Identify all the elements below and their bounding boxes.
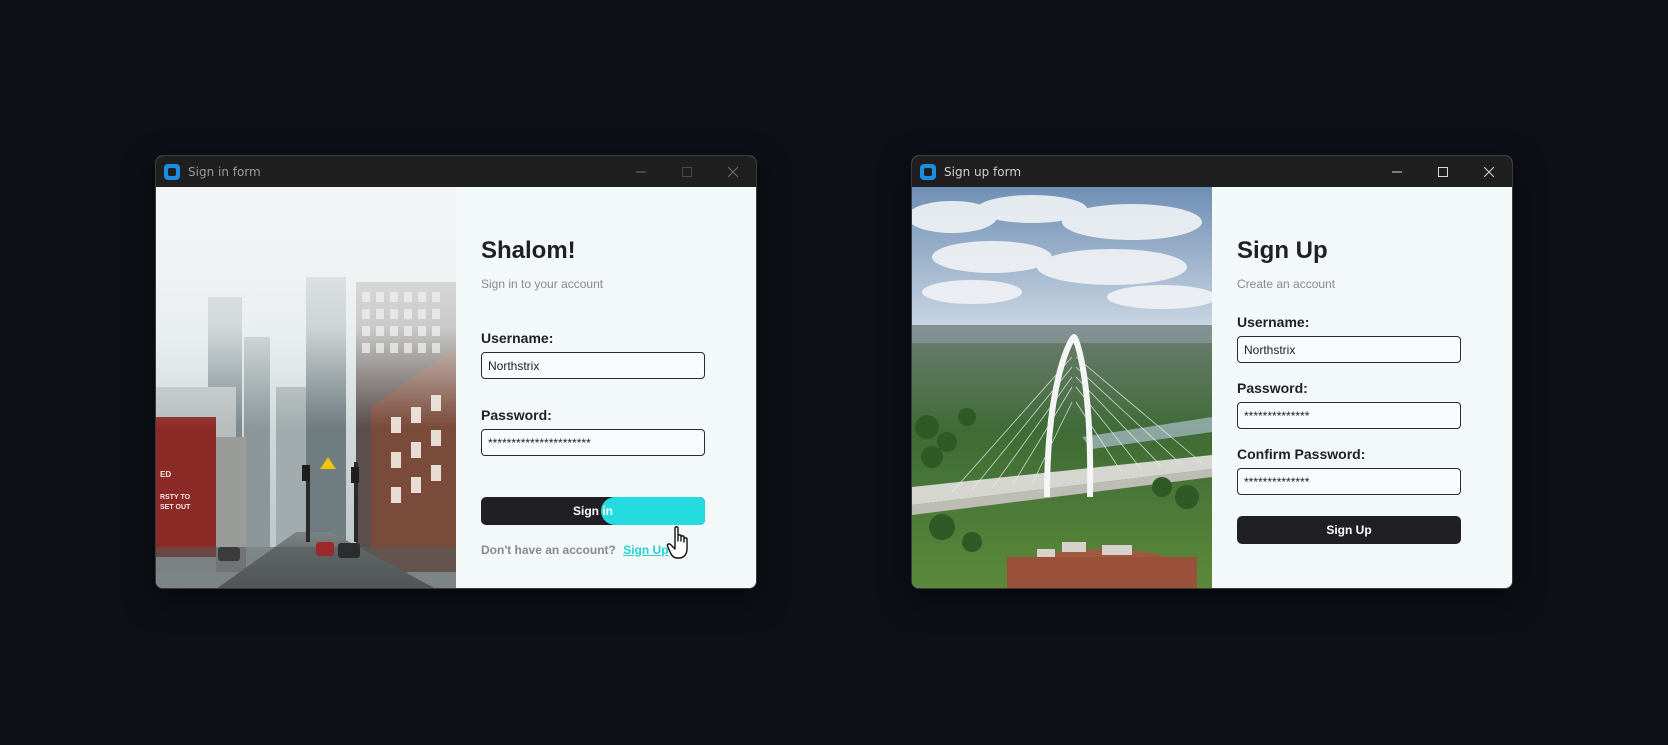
app-icon [164,163,180,180]
username-input[interactable] [1237,336,1461,363]
signup-form: Sign Up Create an account Username: Pass… [1212,187,1512,588]
maximize-icon [682,166,692,177]
signin-form: Shalom! Sign in to your account Username… [456,187,756,588]
confirm-password-input[interactable] [1237,468,1461,495]
signup-window: Sign up form Sign Up Create an account U… [911,155,1513,589]
minimize-icon [636,171,646,172]
city-street-photo: ED RSTY TO SET OUT [156,187,456,588]
sign-in-button-label: Sign in [573,504,613,518]
hand-pointer-icon [666,526,688,559]
password-label: Password: [481,407,552,423]
button-hover-fill [601,497,705,525]
username-label: Username: [481,330,554,346]
signin-window: Sign in form Shalom! Sign in to your acc… [155,155,757,589]
window-controls [1374,156,1512,187]
sign-up-button-label: Sign Up [1326,523,1372,537]
sign-in-button[interactable]: Sign in [481,497,705,525]
sign-up-link[interactable]: Sign Up [623,543,668,557]
close-button[interactable] [1466,156,1512,187]
minimize-icon [1392,171,1402,172]
password-input[interactable] [1237,402,1461,429]
app-icon [920,163,936,180]
close-icon [728,166,738,177]
window-title: Sign in form [188,164,261,179]
signup-titlebar[interactable]: Sign up form [912,156,1512,187]
signin-subheading: Sign in to your account [481,277,604,291]
minimize-button[interactable] [1374,156,1420,187]
signup-heading: Sign Up [1237,237,1328,264]
maximize-icon [1438,166,1448,177]
signup-subheading: Create an account [1237,277,1336,291]
bridge-aerial-photo [912,187,1212,588]
password-label: Password: [1237,380,1308,396]
signin-titlebar[interactable]: Sign in form [156,156,756,187]
window-controls [618,156,756,187]
sign-up-button[interactable]: Sign Up [1237,516,1461,544]
password-input[interactable] [481,429,705,456]
close-icon [1484,166,1494,177]
signup-prompt: Don't have an account? Sign Up [481,543,669,557]
signin-heading: Shalom! [481,237,576,264]
window-title: Sign up form [944,164,1022,179]
username-label: Username: [1237,314,1310,330]
confirm-password-label: Confirm Password: [1237,446,1366,462]
close-button[interactable] [710,156,756,187]
maximize-button[interactable] [664,156,710,187]
signup-prompt-text: Don't have an account? [481,543,616,557]
minimize-button[interactable] [618,156,664,187]
maximize-button[interactable] [1420,156,1466,187]
username-input[interactable] [481,352,705,379]
